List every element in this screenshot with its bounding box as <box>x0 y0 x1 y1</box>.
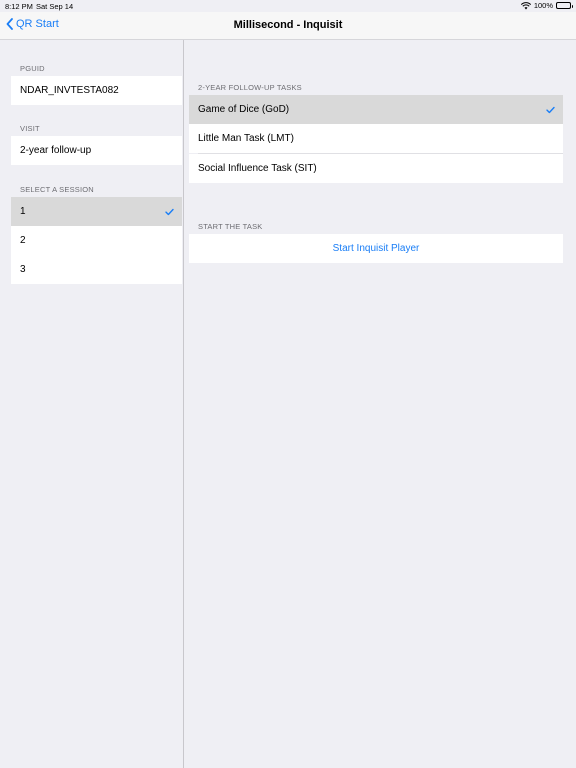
task-row-sit[interactable]: Social Influence Task (SIT) <box>189 154 563 183</box>
session-row-2[interactable]: 2 <box>11 226 182 255</box>
start-header: START THE TASK <box>198 222 263 231</box>
session-label: 3 <box>20 264 26 275</box>
pguid-header: PGUID <box>20 64 45 73</box>
pguid-value: NDAR_INVTESTA082 <box>20 85 119 96</box>
task-label: Social Influence Task (SIT) <box>198 163 317 174</box>
session-label: 1 <box>20 206 26 217</box>
start-inquisit-button[interactable]: Start Inquisit Player <box>189 234 563 263</box>
master-panel: PGUID NDAR_INVTESTA082 VISIT 2-year foll… <box>0 40 184 768</box>
page-title: Millisecond - Inquisit <box>233 19 343 31</box>
tasks-header: 2-YEAR FOLLOW-UP TASKS <box>198 83 302 92</box>
session-header: SELECT A SESSION <box>20 185 94 194</box>
status-right: 100% <box>520 1 573 10</box>
start-inquisit-label: Start Inquisit Player <box>332 243 420 254</box>
battery-percent: 100% <box>533 1 553 10</box>
session-row-3[interactable]: 3 <box>11 255 182 284</box>
detail-panel: 2-YEAR FOLLOW-UP TASKS Game of Dice (GoD… <box>185 40 576 768</box>
task-label: Game of Dice (GoD) <box>198 104 290 115</box>
task-label: Little Man Task (LMT) <box>198 133 294 144</box>
visit-value: 2-year follow-up <box>20 145 92 156</box>
session-row-1[interactable]: 1 <box>11 197 182 226</box>
checkmark-icon <box>546 106 555 113</box>
status-bar: 8:12 PM Sat Sep 14 100% <box>0 0 576 12</box>
visit-header: VISIT <box>20 124 40 133</box>
wifi-icon <box>520 1 531 9</box>
status-date: Sat Sep 14 <box>36 2 74 11</box>
navigation-bar: QR Start Millisecond - Inquisit <box>0 12 576 40</box>
session-label: 2 <box>20 235 26 246</box>
task-row-god[interactable]: Game of Dice (GoD) <box>189 95 563 124</box>
status-time: 8:12 PM <box>5 2 33 11</box>
battery-icon <box>556 2 573 9</box>
task-row-lmt[interactable]: Little Man Task (LMT) <box>189 124 563 153</box>
visit-field[interactable]: 2-year follow-up <box>11 136 182 165</box>
checkmark-icon <box>165 208 174 215</box>
pguid-field[interactable]: NDAR_INVTESTA082 <box>11 76 182 105</box>
